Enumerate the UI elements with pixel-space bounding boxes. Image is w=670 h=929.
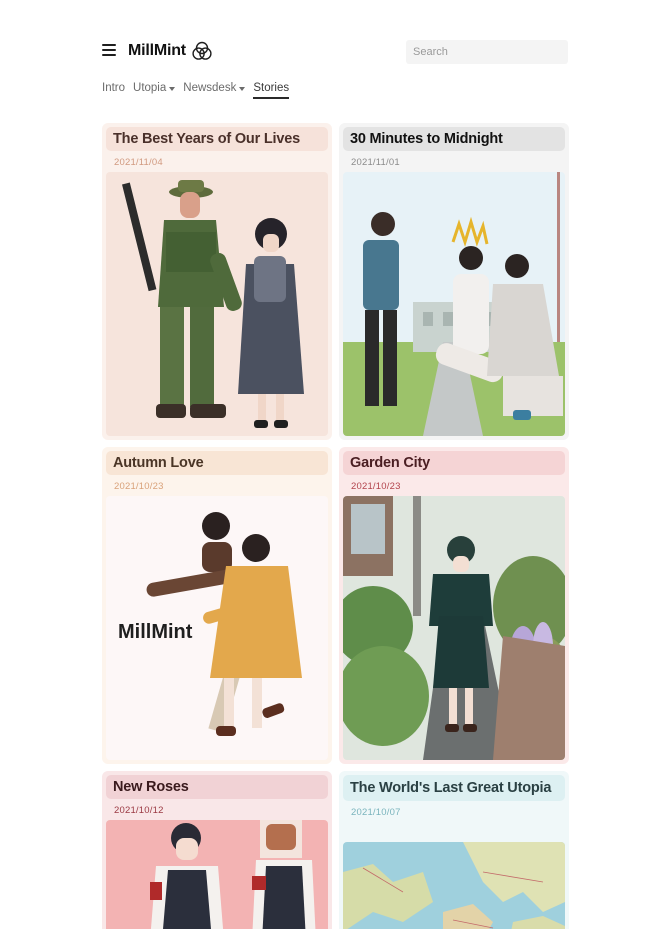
story-illustration[interactable] [106, 820, 328, 929]
story-card[interactable]: 30 Minutes to Midnight 2021/11/01 [339, 123, 569, 440]
top-header: MillMint [102, 38, 568, 66]
three-circles-logo-icon [192, 41, 212, 60]
story-date: 2021/10/23 [351, 481, 401, 492]
story-date: 2021/10/07 [351, 807, 401, 818]
story-title[interactable]: The Best Years of Our Lives [106, 127, 328, 151]
story-date: 2021/11/04 [114, 157, 163, 168]
nav-item-label: Utopia [133, 82, 167, 94]
nav-item-label: Intro [102, 82, 126, 94]
story-title[interactable]: Garden City [343, 451, 565, 475]
story-title[interactable]: New Roses [106, 775, 328, 799]
brand-name[interactable]: MillMint [128, 42, 186, 60]
search-input[interactable] [406, 40, 568, 64]
story-card[interactable]: Autumn Love 2021/10/23 MillMint [102, 447, 332, 764]
story-date: 2021/10/23 [114, 481, 164, 492]
story-map-illustration[interactable] [343, 842, 565, 929]
story-card[interactable]: The World's Last Great Utopia 2021/10/07 [339, 771, 569, 929]
nav-item-intro[interactable]: Intro [102, 78, 125, 98]
story-illustration[interactable] [343, 172, 565, 436]
story-illustration[interactable] [343, 496, 565, 760]
caret-down-icon [239, 86, 246, 91]
caret-down-icon [169, 86, 176, 91]
nav-item-stories[interactable]: Stories [253, 78, 290, 99]
story-illustration[interactable] [106, 172, 328, 436]
hamburger-menu-icon[interactable] [102, 44, 116, 56]
story-date: 2021/10/12 [114, 805, 164, 816]
story-card[interactable]: Garden City 2021/10/23 [339, 447, 569, 764]
nav-item-newsdesk[interactable]: Newsdesk [183, 78, 246, 98]
nav-item-label: Newsdesk [183, 82, 237, 94]
main-nav: Intro Utopia Newsdesk Stories [102, 78, 297, 100]
nav-item-label: Stories [253, 82, 290, 94]
story-illustration[interactable]: MillMint [106, 496, 328, 760]
story-card[interactable]: New Roses 2021/10/12 [102, 771, 332, 929]
story-title[interactable]: Autumn Love [106, 451, 328, 475]
watermark-logo-text: MillMint [118, 621, 193, 643]
story-card[interactable]: The Best Years of Our Lives 2021/11/04 [102, 123, 332, 440]
story-title[interactable]: The World's Last Great Utopia [343, 775, 565, 801]
story-date: 2021/11/01 [351, 157, 400, 168]
story-title[interactable]: 30 Minutes to Midnight [343, 127, 565, 151]
nav-item-utopia[interactable]: Utopia [133, 78, 176, 98]
